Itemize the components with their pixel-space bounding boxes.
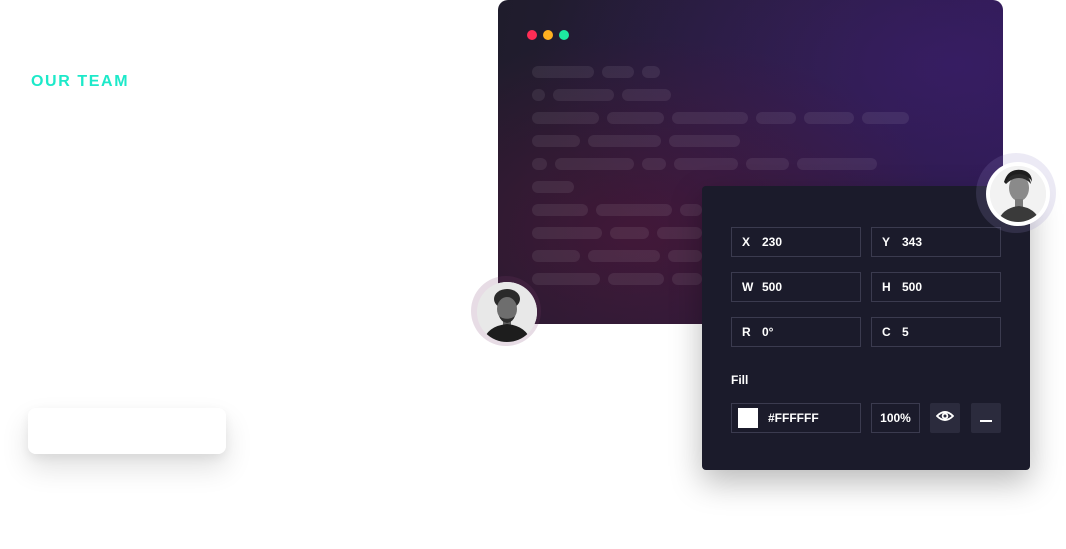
code-line-placeholder bbox=[532, 273, 600, 285]
code-line-placeholder bbox=[797, 158, 877, 170]
code-line-placeholder bbox=[672, 112, 748, 124]
code-line-placeholder bbox=[532, 66, 594, 78]
code-line-placeholder bbox=[608, 273, 664, 285]
c-label: C bbox=[882, 325, 891, 339]
height-field[interactable]: H 500 bbox=[871, 272, 1001, 302]
code-line-placeholder bbox=[622, 89, 671, 101]
y-label: Y bbox=[882, 235, 891, 249]
code-line-placeholder bbox=[610, 227, 649, 239]
fill-color-field[interactable]: #FFFFFF bbox=[731, 403, 861, 433]
fill-hex-value: #FFFFFF bbox=[768, 411, 819, 425]
y-position-field[interactable]: Y 343 bbox=[871, 227, 1001, 257]
code-line-placeholder bbox=[555, 158, 634, 170]
code-line-placeholder bbox=[532, 135, 580, 147]
code-line-placeholder bbox=[804, 112, 854, 124]
code-line-placeholder bbox=[642, 66, 660, 78]
c-value: 5 bbox=[902, 325, 909, 339]
window-minimize-dot[interactable] bbox=[543, 30, 553, 40]
code-line-placeholder bbox=[588, 135, 661, 147]
see-our-teams-button[interactable]: See Our Teams bbox=[28, 408, 226, 454]
x-label: X bbox=[742, 235, 751, 249]
code-line-placeholder bbox=[746, 158, 789, 170]
window-close-dot[interactable] bbox=[527, 30, 537, 40]
code-line-placeholder bbox=[642, 158, 666, 170]
code-line-placeholder bbox=[596, 204, 672, 216]
code-line-placeholder bbox=[602, 66, 634, 78]
code-line-placeholder bbox=[588, 250, 660, 262]
fill-color-swatch[interactable] bbox=[738, 408, 758, 428]
x-value: 230 bbox=[762, 235, 783, 249]
code-line-placeholder bbox=[680, 204, 702, 216]
code-line-placeholder bbox=[532, 250, 580, 262]
r-label: R bbox=[742, 325, 751, 339]
section-eyebrow: OUR TEAM bbox=[31, 73, 130, 90]
team-member-avatar bbox=[990, 166, 1046, 222]
team-member-avatar bbox=[477, 282, 537, 342]
x-position-field[interactable]: X 230 bbox=[731, 227, 861, 257]
y-value: 343 bbox=[902, 235, 923, 249]
h-label: H bbox=[882, 280, 891, 294]
code-line-placeholder bbox=[657, 227, 702, 239]
code-line-placeholder bbox=[672, 273, 702, 285]
code-line-placeholder bbox=[607, 112, 664, 124]
w-label: W bbox=[742, 280, 754, 294]
code-line-placeholder bbox=[668, 250, 702, 262]
code-line-placeholder bbox=[756, 112, 796, 124]
w-value: 500 bbox=[762, 280, 783, 294]
fill-opacity-value: 100% bbox=[880, 411, 911, 425]
code-line-placeholder bbox=[674, 158, 738, 170]
rotation-field[interactable]: R 0° bbox=[731, 317, 861, 347]
fill-opacity-field[interactable]: 100% bbox=[871, 403, 920, 433]
code-line-placeholder bbox=[553, 89, 614, 101]
code-line-placeholder bbox=[532, 204, 588, 216]
code-line-placeholder bbox=[532, 89, 545, 101]
remove-fill-button[interactable] bbox=[971, 403, 1001, 433]
fill-label: Fill bbox=[731, 373, 749, 387]
code-line-placeholder bbox=[532, 158, 547, 170]
width-field[interactable]: W 500 bbox=[731, 272, 861, 302]
code-line-placeholder bbox=[669, 135, 740, 147]
h-value: 500 bbox=[902, 280, 923, 294]
code-line-placeholder bbox=[532, 181, 574, 193]
window-maximize-dot[interactable] bbox=[559, 30, 569, 40]
corner-radius-field[interactable]: C 5 bbox=[871, 317, 1001, 347]
minus-icon bbox=[980, 409, 992, 427]
code-line-placeholder bbox=[862, 112, 909, 124]
code-line-placeholder bbox=[532, 227, 602, 239]
toggle-visibility-button[interactable] bbox=[930, 403, 960, 433]
eye-icon bbox=[935, 409, 955, 427]
code-line-placeholder bbox=[532, 112, 599, 124]
r-value: 0° bbox=[762, 325, 774, 339]
